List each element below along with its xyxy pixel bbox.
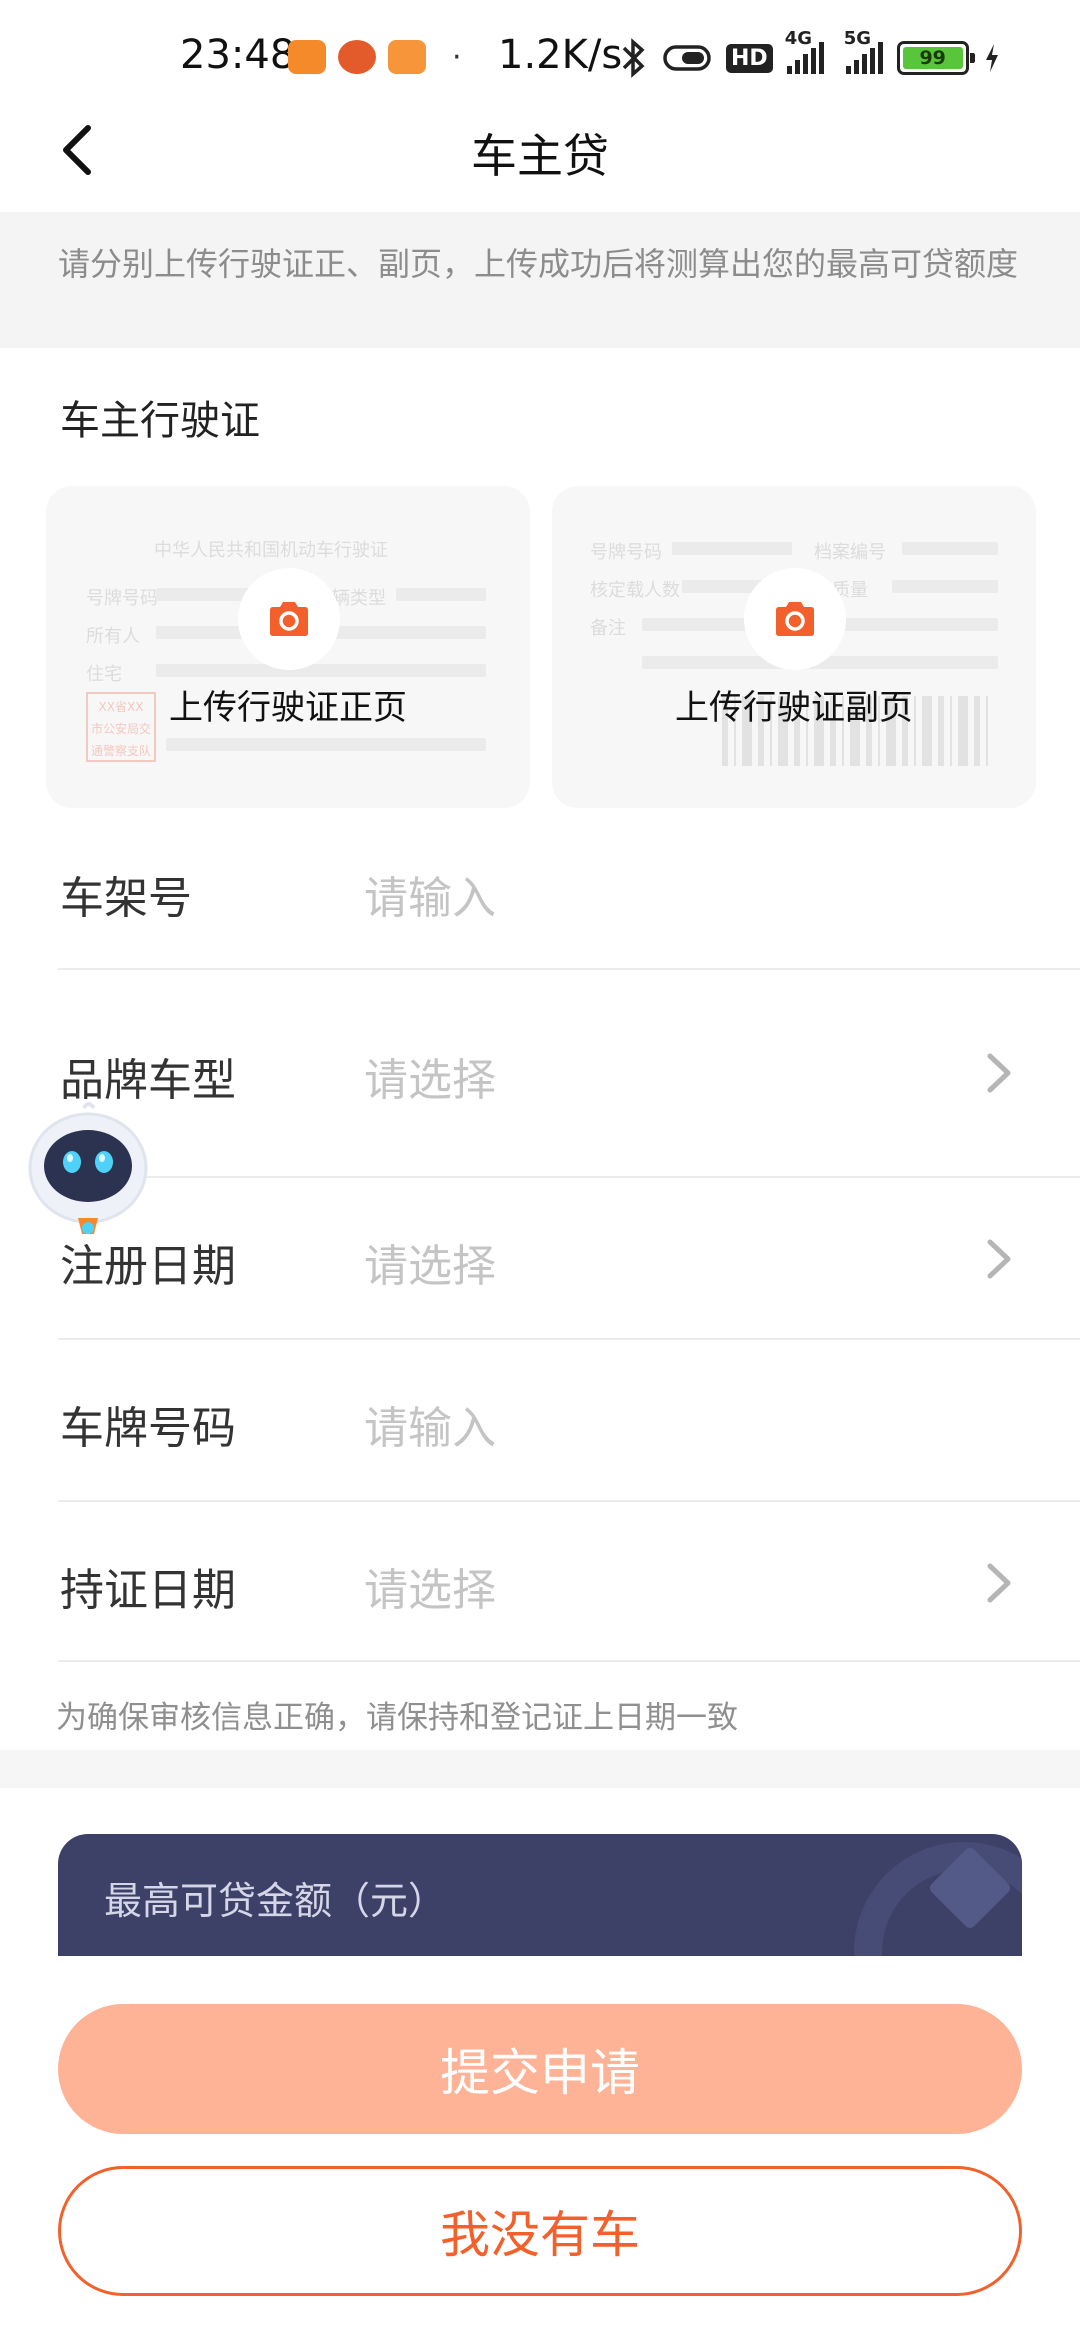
- brand-model-row[interactable]: 品牌车型 请选择: [58, 970, 1080, 1178]
- license-date-row[interactable]: 持证日期 请选择: [58, 1502, 1080, 1662]
- bluetooth-icon: [622, 38, 645, 78]
- license-date-label: 持证日期: [60, 1565, 236, 1616]
- upload-license-back[interactable]: 号牌号码 核定载人数 备注 档案编号 总质量 上传行驶证副页: [552, 486, 1036, 808]
- sample-field: 备注: [590, 618, 626, 639]
- network-speed: 1.2K/s: [498, 32, 623, 78]
- upload-license-front[interactable]: 中华人民共和国机动车行驶证 号牌号码 所有人 住宅 车辆类型 XX省XX 市公安…: [46, 486, 530, 808]
- upload-back-label: 上传行驶证副页: [675, 688, 913, 728]
- section-divider: [0, 1750, 1080, 1788]
- charging-icon: [985, 44, 998, 72]
- upload-front-label: 上传行驶证正页: [169, 688, 407, 728]
- date-hint: 为确保审核信息正确，请保持和登记证上日期一致: [56, 1700, 738, 1736]
- battery-level: 99: [902, 47, 963, 69]
- camera-icon: [270, 602, 308, 636]
- vin-input[interactable]: 请输入: [364, 862, 496, 926]
- app-notification-icon: [338, 40, 376, 74]
- no-car-button[interactable]: 我没有车: [58, 2166, 1022, 2296]
- chevron-right-icon: [987, 1239, 1011, 1279]
- robot-assistant-icon[interactable]: [18, 1100, 158, 1240]
- vin-row[interactable]: 车架号 请输入: [58, 810, 1080, 970]
- app-notification-icon: [288, 40, 326, 74]
- plate-number-row[interactable]: 车牌号码 请输入: [58, 1340, 1080, 1502]
- brand-model-label: 品牌车型: [60, 1055, 236, 1106]
- section-title: 车主行驶证: [60, 398, 260, 444]
- battery-icon: 99: [896, 41, 975, 75]
- max-loan-card: 最高可贷金额（元）: [58, 1834, 1022, 1956]
- chevron-right-icon: [987, 1053, 1011, 1093]
- hd-icon: HD: [726, 43, 773, 73]
- status-icons: HD 4G 5G 99: [618, 28, 1001, 80]
- app-notification-icon: [388, 40, 426, 74]
- registration-date-row[interactable]: 注册日期 请选择: [58, 1178, 1080, 1340]
- signal-4g-icon: 4G: [785, 28, 824, 74]
- sample-title: 中华人民共和国机动车行驶证: [154, 540, 388, 561]
- camera-button[interactable]: [744, 568, 846, 670]
- camera-button[interactable]: [238, 568, 340, 670]
- plate-number-input[interactable]: 请输入: [364, 1392, 496, 1456]
- status-dot: ·: [452, 40, 462, 75]
- sample-field: 号牌号码: [590, 542, 662, 563]
- license-date-select[interactable]: 请选择: [364, 1554, 496, 1618]
- vin-label: 车架号: [60, 873, 192, 924]
- vibrate-icon: [663, 45, 711, 71]
- status-time: 23:48: [180, 32, 296, 78]
- registration-date-select[interactable]: 请选择: [364, 1230, 496, 1294]
- brand-model-select[interactable]: 请选择: [364, 1044, 496, 1108]
- chevron-right-icon: [987, 1563, 1011, 1603]
- submit-button[interactable]: 提交申请: [58, 2004, 1022, 2134]
- plate-number-label: 车牌号码: [60, 1403, 236, 1454]
- sample-field: 档案编号: [814, 542, 886, 563]
- max-loan-label: 最高可贷金额（元）: [104, 1879, 447, 1923]
- sample-field: 所有人: [86, 626, 140, 647]
- camera-icon: [776, 602, 814, 636]
- page-title: 车主贷: [471, 129, 609, 183]
- signal-5g-icon: 5G: [844, 28, 883, 74]
- status-bar: 23:48 · 1.2K/s HD 4G 5G 99: [0, 0, 1080, 120]
- sample-field: 核定载人数: [590, 580, 680, 601]
- sample-field: 号牌号码: [86, 588, 158, 609]
- upload-notice: 请分别上传行驶证正、副页，上传成功后将测算出您的最高可贷额度: [0, 212, 1080, 348]
